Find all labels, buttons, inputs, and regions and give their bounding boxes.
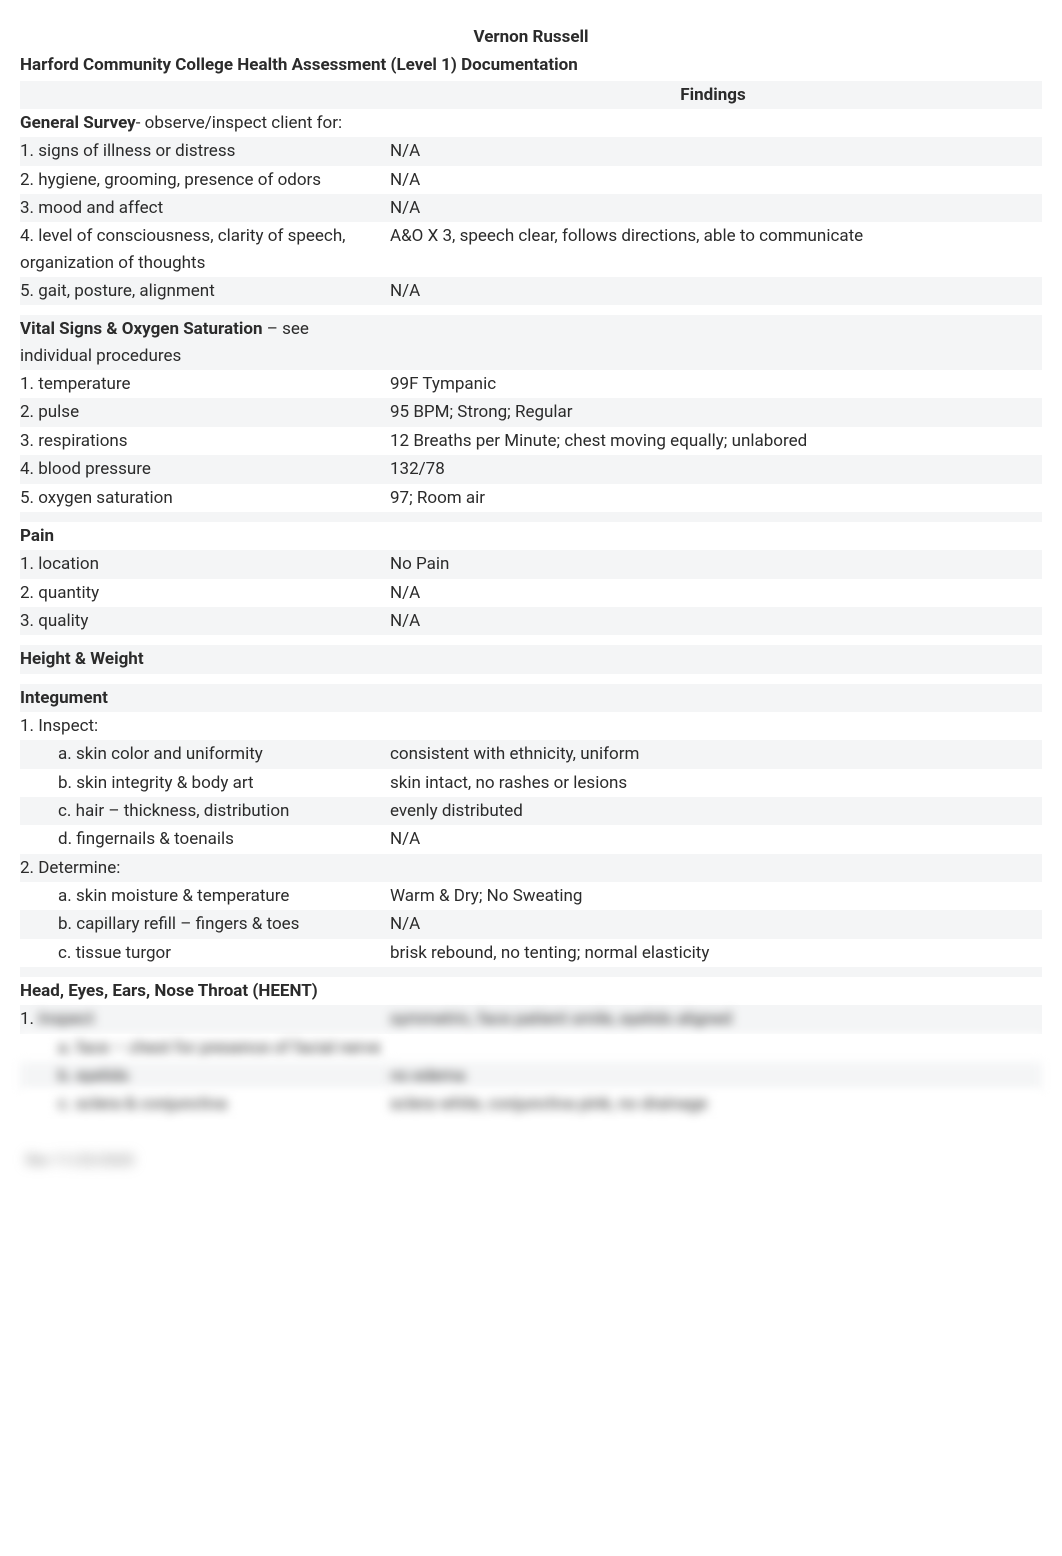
blurred-row: c. sclera & conjunctiva sclera white, co… xyxy=(20,1090,1042,1118)
table-row: 1. temperature 99F Tympanic xyxy=(20,370,1042,398)
assessment-label: 2. hygiene, grooming, presence of odors xyxy=(20,166,390,194)
blurred-row: b. eyelids no edema xyxy=(20,1062,1042,1090)
blurred-text: symmetric, face patient smile, eyelids a… xyxy=(390,1006,732,1032)
table-row: 2. Determine: xyxy=(20,854,1042,882)
table-row: a. skin color and uniformity consistent … xyxy=(20,740,1042,768)
assessment-label: c. hair – thickness, distribution xyxy=(20,797,390,825)
table-row: 1. signs of illness or distress N/A xyxy=(20,137,1042,165)
table-row: c. hair – thickness, distribution evenly… xyxy=(20,797,1042,825)
assessment-label: a. skin moisture & temperature xyxy=(20,882,390,910)
assessment-finding: 132/78 xyxy=(390,455,1042,483)
assessment-label: 1. signs of illness or distress xyxy=(20,137,390,165)
table-row: 3. quality N/A xyxy=(20,607,1042,635)
table-row: b. skin integrity & body art skin intact… xyxy=(20,769,1042,797)
findings-column-header: Findings xyxy=(390,81,1042,109)
assessment-finding: N/A xyxy=(390,137,1042,165)
table-row: 1. location No Pain xyxy=(20,550,1042,578)
section-header-vitals: Vital Signs & Oxygen Saturation – see in… xyxy=(20,315,1042,370)
assessment-label: d. fingernails & toenails xyxy=(20,825,390,853)
table-row: c. tissue turgor brisk rebound, no tenti… xyxy=(20,939,1042,967)
section-header-general-survey: General Survey- observe/inspect client f… xyxy=(20,109,1042,137)
assessment-finding: No Pain xyxy=(390,550,1042,578)
blurred-text: a. face – chest for presence of facial n… xyxy=(20,1034,390,1062)
assessment-finding: 99F Tympanic xyxy=(390,370,1042,398)
patient-name: Vernon Russell xyxy=(20,24,1042,50)
section-title: Pain xyxy=(20,522,390,550)
assessment-finding: A&O X 3, speech clear, follows direction… xyxy=(390,222,1042,277)
section-title: General Survey xyxy=(20,113,136,133)
assessment-finding: Warm & Dry; No Sweating xyxy=(390,882,1042,910)
table-row: 3. mood and affect N/A xyxy=(20,194,1042,222)
section-title: Integument xyxy=(20,684,390,712)
assessment-finding: 12 Breaths per Minute; chest moving equa… xyxy=(390,427,1042,455)
assessment-finding: N/A xyxy=(390,825,1042,853)
table-row: a. skin moisture & temperature Warm & Dr… xyxy=(20,882,1042,910)
assessment-label: 5. gait, posture, alignment xyxy=(20,277,390,305)
assessment-finding: skin intact, no rashes or lesions xyxy=(390,769,1042,797)
table-row: 4. blood pressure 132/78 xyxy=(20,455,1042,483)
assessment-finding: N/A xyxy=(390,579,1042,607)
table-row: 4. level of consciousness, clarity of sp… xyxy=(20,222,1042,277)
findings-header-row: Findings xyxy=(20,81,1042,109)
section-header-pain: Pain xyxy=(20,522,1042,550)
assessment-finding: 97; Room air xyxy=(390,484,1042,512)
assessment-finding: N/A xyxy=(390,277,1042,305)
table-row: 2. hygiene, grooming, presence of odors … xyxy=(20,166,1042,194)
table-row: 1. Inspect symmetric, face patient smile… xyxy=(20,1005,1042,1033)
section-title: Head, Eyes, Ears, Nose Throat (HEENT) xyxy=(20,977,390,1005)
assessment-finding: N/A xyxy=(390,910,1042,938)
blurred-text: c. sclera & conjunctiva xyxy=(20,1090,390,1118)
assessment-finding: evenly distributed xyxy=(390,797,1042,825)
table-row: d. fingernails & toenails N/A xyxy=(20,825,1042,853)
assessment-finding: brisk rebound, no tenting; normal elasti… xyxy=(390,939,1042,967)
section-suffix: - observe/inspect client for: xyxy=(136,113,342,133)
assessment-label: 1. temperature xyxy=(20,370,390,398)
blurred-text: b. eyelids xyxy=(20,1062,390,1090)
assessment-label: 4. blood pressure xyxy=(20,455,390,483)
assessment-label: 2. quantity xyxy=(20,579,390,607)
section-header-integument: Integument xyxy=(20,684,1042,712)
assessment-finding: 95 BPM; Strong; Regular xyxy=(390,398,1042,426)
table-row: 3. respirations 12 Breaths per Minute; c… xyxy=(20,427,1042,455)
document-page: Vernon Russell Harford Community College… xyxy=(0,0,1062,1212)
blurred-text: no edema xyxy=(390,1062,1042,1090)
section-header-heent: Head, Eyes, Ears, Nose Throat (HEENT) xyxy=(20,977,1042,1005)
blurred-row: a. face – chest for presence of facial n… xyxy=(20,1034,1042,1062)
assessment-finding: N/A xyxy=(390,607,1042,635)
assessment-finding: consistent with ethnicity, uniform xyxy=(390,740,1042,768)
blurred-text: sclera white, conjunctiva pink, no drain… xyxy=(390,1090,1042,1118)
doc-title: Harford Community College Health Assessm… xyxy=(20,52,1042,78)
assessment-label: a. skin color and uniformity xyxy=(20,740,390,768)
table-row: 1. Inspect: xyxy=(20,712,1042,740)
section-title: Height & Weight xyxy=(20,645,390,673)
assessment-label: 2. pulse xyxy=(20,398,390,426)
footer-blurred-text: Rev 11/23/2020 xyxy=(20,1149,1042,1172)
table-row: 2. quantity N/A xyxy=(20,579,1042,607)
assessment-label: 4. level of consciousness, clarity of sp… xyxy=(20,222,390,277)
assessment-label: b. skin integrity & body art xyxy=(20,769,390,797)
section-header-height-weight: Height & Weight xyxy=(20,645,1042,673)
list-number: 1. xyxy=(20,1009,34,1029)
assessment-label: 3. quality xyxy=(20,607,390,635)
table-row: 5. oxygen saturation 97; Room air xyxy=(20,484,1042,512)
assessment-label: 3. respirations xyxy=(20,427,390,455)
assessment-table: Findings General Survey- observe/inspect… xyxy=(20,81,1042,1119)
assessment-label: 1. location xyxy=(20,550,390,578)
assessment-label: 3. mood and affect xyxy=(20,194,390,222)
blurred-text: Inspect xyxy=(38,1006,94,1032)
table-row: b. capillary refill – fingers & toes N/A xyxy=(20,910,1042,938)
assessment-label: b. capillary refill – fingers & toes xyxy=(20,910,390,938)
section-title: Vital Signs & Oxygen Saturation xyxy=(20,319,262,339)
assessment-label: c. tissue turgor xyxy=(20,939,390,967)
subsection-label: 1. Inspect: xyxy=(20,712,390,740)
table-row: 5. gait, posture, alignment N/A xyxy=(20,277,1042,305)
table-row: 2. pulse 95 BPM; Strong; Regular xyxy=(20,398,1042,426)
subsection-label: 2. Determine: xyxy=(20,854,390,882)
assessment-finding: N/A xyxy=(390,166,1042,194)
assessment-label: 5. oxygen saturation xyxy=(20,484,390,512)
assessment-finding: N/A xyxy=(390,194,1042,222)
blurred-text xyxy=(390,1034,1042,1062)
